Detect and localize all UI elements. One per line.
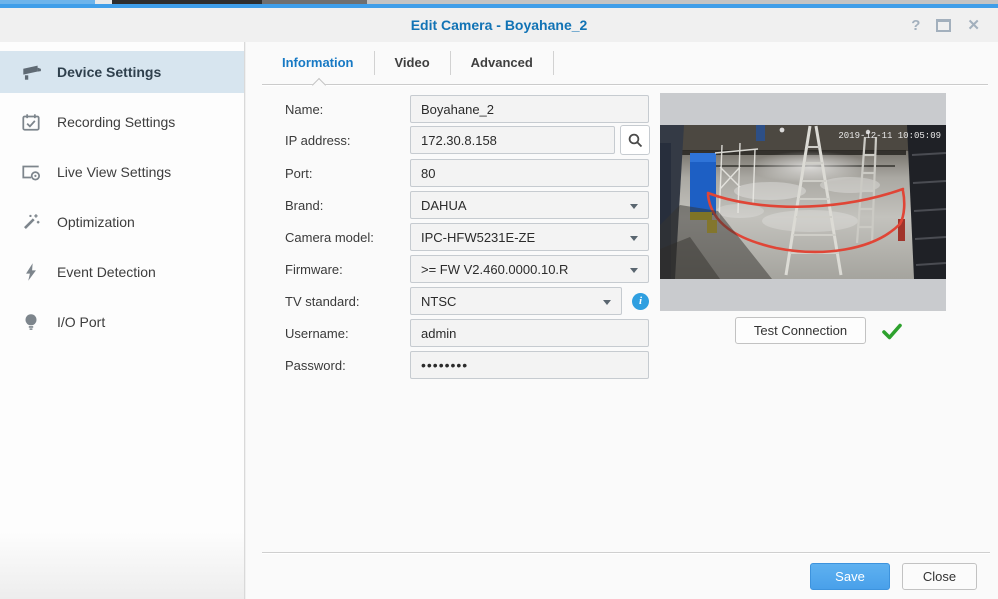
firmware-select[interactable]: >= FW V2.460.0000.10.R [410, 255, 649, 283]
sidebar-item-event-detection[interactable]: Event Detection [0, 251, 244, 293]
maximize-icon[interactable] [936, 19, 951, 32]
ip-address-label: IP address: [285, 133, 410, 148]
form-row-camera-model: Camera model: IPC-HFW5231E-ZE [285, 223, 649, 251]
content-panel: Information Video Advanced Name: IP addr… [246, 42, 998, 599]
sidebar-item-optimization[interactable]: Optimization [0, 201, 244, 243]
brand-select-value: DAHUA [421, 198, 467, 213]
help-icon[interactable]: ? [911, 18, 920, 33]
form-row-tv-standard: TV standard: NTSC i [285, 287, 649, 315]
name-input[interactable] [410, 95, 649, 123]
form-row-password: Password: [285, 351, 649, 379]
sidebar-item-io-port[interactable]: I/O Port [0, 301, 244, 343]
password-label: Password: [285, 358, 410, 373]
sidebar-item-label: Recording Settings [57, 114, 175, 130]
monitor-camera-icon [20, 161, 42, 183]
window-controls: ? ✕ [911, 8, 980, 42]
username-input[interactable] [410, 319, 649, 347]
password-input[interactable] [410, 351, 649, 379]
form-row-ip-address: IP address: [285, 126, 650, 154]
sidebar-item-label: Device Settings [57, 64, 161, 80]
chevron-down-icon [630, 204, 638, 209]
camera-model-label: Camera model: [285, 230, 410, 245]
info-icon[interactable]: i [632, 293, 649, 310]
lightning-bolt-icon [20, 261, 42, 283]
dialog-body: Device Settings Recording Settings Live … [0, 42, 998, 599]
close-button[interactable]: Close [902, 563, 977, 590]
chevron-down-icon [603, 300, 611, 305]
form-row-brand: Brand: DAHUA [285, 191, 649, 219]
camera-preview-frame: 2019-12-11 10:05:09 [660, 93, 946, 311]
camera-timestamp: 2019-12-11 10:05:09 [838, 131, 941, 141]
active-tab-caret [312, 78, 326, 92]
sidebar-item-label: Live View Settings [57, 164, 171, 180]
tab-video[interactable]: Video [375, 51, 451, 75]
form-row-firmware: Firmware: >= FW V2.460.0000.10.R [285, 255, 649, 283]
search-camera-button[interactable] [620, 125, 650, 155]
sidebar-item-device-settings[interactable]: Device Settings [0, 51, 244, 93]
search-icon [627, 132, 644, 149]
port-label: Port: [285, 166, 410, 181]
sidebar-item-recording-settings[interactable]: Recording Settings [0, 101, 244, 143]
close-icon[interactable]: ✕ [967, 18, 980, 33]
port-input[interactable] [410, 159, 649, 187]
ip-address-input[interactable] [410, 126, 615, 154]
tab-advanced[interactable]: Advanced [451, 51, 554, 75]
form-row-username: Username: [285, 319, 649, 347]
footer-divider [262, 552, 990, 553]
firmware-select-value: >= FW V2.460.0000.10.R [421, 262, 568, 277]
tv-standard-label: TV standard: [285, 294, 410, 309]
camera-model-select-value: IPC-HFW5231E-ZE [421, 230, 535, 245]
chevron-down-icon [630, 268, 638, 273]
light-bulb-icon [20, 311, 42, 333]
username-label: Username: [285, 326, 410, 341]
dialog-title: Edit Camera - Boyahane_2 [0, 8, 998, 42]
test-connection-row: Test Connection [735, 317, 903, 344]
edit-camera-dialog: Edit Camera - Boyahane_2 ? ✕ Device Sett… [0, 8, 998, 599]
sidebar-item-live-view-settings[interactable]: Live View Settings [0, 151, 244, 193]
save-button[interactable]: Save [810, 563, 890, 590]
sidebar-item-label: Event Detection [57, 264, 156, 280]
background-window-edge [0, 0, 998, 8]
dialog-titlebar: Edit Camera - Boyahane_2 ? ✕ [0, 8, 998, 42]
tab-bar: Information Video Advanced [262, 51, 554, 75]
tab-underline [262, 84, 988, 85]
calendar-check-icon [20, 111, 42, 133]
sidebar-item-label: Optimization [57, 214, 135, 230]
name-label: Name: [285, 102, 410, 117]
sidebar-item-label: I/O Port [57, 314, 105, 330]
tv-standard-select-value: NTSC [421, 294, 456, 309]
form-row-port: Port: [285, 159, 649, 187]
tab-information[interactable]: Information [262, 51, 375, 75]
firmware-label: Firmware: [285, 262, 410, 277]
cctv-camera-icon [20, 61, 42, 83]
magic-wand-icon [20, 211, 42, 233]
camera-model-select[interactable]: IPC-HFW5231E-ZE [410, 223, 649, 251]
brand-select[interactable]: DAHUA [410, 191, 649, 219]
chevron-down-icon [630, 236, 638, 241]
settings-sidebar: Device Settings Recording Settings Live … [0, 42, 245, 599]
test-connection-button[interactable]: Test Connection [735, 317, 866, 344]
connection-success-check-icon [881, 321, 903, 341]
camera-snapshot-image: 2019-12-11 10:05:09 [660, 125, 946, 279]
tv-standard-select[interactable]: NTSC [410, 287, 622, 315]
brand-label: Brand: [285, 198, 410, 213]
form-row-name: Name: [285, 95, 649, 123]
